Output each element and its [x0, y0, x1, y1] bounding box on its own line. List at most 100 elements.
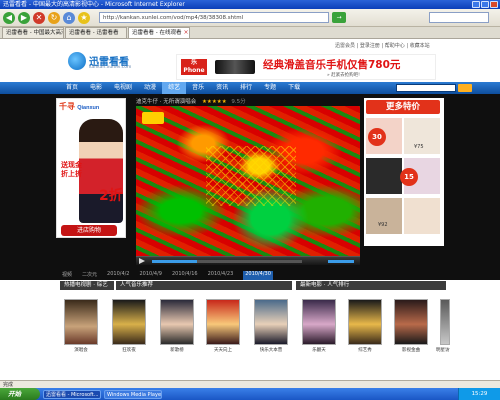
poster-caption[interactable]: 综艺秀 — [348, 347, 382, 353]
window-controls — [472, 1, 498, 8]
poster-caption[interactable]: 演唱会 — [64, 347, 98, 353]
site-search-input[interactable] — [396, 84, 456, 92]
ad-banner[interactable]: 乐Phone 经典滑盖音乐手机仅售780元 » 赶紧去抢购吧! — [176, 54, 436, 80]
browser-tabbar: 迅雷看看 - 中国最大高清... 迅雷看看 - 迅雷看看 迅雷看看 - 在线观看… — [0, 27, 500, 39]
close-tab-icon[interactable]: × — [183, 28, 188, 38]
system-clock: 15:29 — [458, 388, 500, 400]
ad-brand-logo: 千寻 Qianxun — [59, 101, 99, 112]
browser-tab[interactable]: 迅雷看看 - 中国最大高清... — [2, 27, 64, 38]
nav-item[interactable]: 排行 — [234, 82, 258, 94]
poster[interactable] — [112, 299, 146, 345]
product-image[interactable] — [404, 198, 440, 234]
content-tab[interactable]: 2010/4/2 — [107, 271, 129, 280]
nav-item[interactable]: 音乐 — [186, 82, 210, 94]
product-image[interactable] — [366, 158, 402, 194]
status-bar: 完成 — [0, 380, 500, 388]
poster-caption[interactable]: 狂欢夜 — [112, 347, 146, 353]
model-image — [79, 119, 123, 223]
poster-caption[interactable]: 天天向上 — [206, 347, 240, 353]
video-title: 迪克牛仔 · 无所谓演唱会 — [136, 99, 197, 105]
content-tab-active[interactable]: 2010/4/30 — [243, 271, 273, 280]
back-arrow-icon[interactable]: ◀ — [3, 11, 15, 24]
content-tab[interactable]: 2010/4/23 — [208, 271, 234, 280]
phone-image — [215, 60, 255, 74]
ad-brand-text: 千寻 — [59, 102, 75, 111]
go-button[interactable]: → — [332, 12, 346, 23]
close-button[interactable] — [490, 1, 498, 8]
browser-tab[interactable]: 迅雷看看 - 迅雷看看 — [65, 27, 127, 38]
ad-brand-domain: Qianxun — [77, 105, 100, 111]
list-header: 人气音乐推荐 — [116, 281, 292, 290]
start-button[interactable]: 开始 — [0, 388, 40, 400]
content-tab[interactable]: 二次元 — [82, 271, 97, 280]
volume-slider[interactable] — [328, 260, 354, 263]
nav-item[interactable]: 资讯 — [210, 82, 234, 94]
home-icon[interactable]: ⌂ — [63, 11, 75, 24]
ad-hint: » 赶紧去抢购吧! — [327, 73, 360, 78]
main-nav: 首页 电影 电视剧 动漫 综艺 音乐 资讯 排行 专题 下载 — [0, 82, 500, 94]
window-titlebar: 迅雷看看 - 中国最大的高清影视中心 - Microsoft Internet … — [0, 0, 500, 9]
stop-icon[interactable]: ✕ — [33, 11, 45, 24]
right-ad[interactable]: 更多特价 30 ¥75 15 ¥92 — [364, 98, 444, 246]
poster[interactable] — [348, 299, 382, 345]
ad-promo-big: 2折 — [99, 188, 123, 204]
tab-label: 迅雷看看 - 迅雷看看 — [69, 30, 119, 36]
content-tab[interactable]: 视频 — [62, 271, 72, 280]
stage-decoration — [206, 146, 296, 206]
web-page: 迅雷看看 kankan.xunlei.com 迅雷会员 | 登录注册 | 帮助中… — [0, 40, 500, 381]
poster[interactable] — [254, 299, 288, 345]
right-ad-header[interactable]: 更多特价 — [366, 100, 440, 114]
player-title-row: 迪克牛仔 · 无所谓演唱会 ★★★★★ 9.5分 — [136, 97, 366, 106]
nav-item[interactable]: 电视剧 — [108, 82, 138, 94]
nav-item-current[interactable]: 综艺 — [162, 82, 187, 94]
nav-item[interactable]: 下载 — [282, 82, 306, 94]
maximize-button[interactable] — [481, 1, 489, 8]
browser-tab-active[interactable]: 迅雷看看 - 在线观看 × — [128, 27, 190, 38]
poster-caption[interactable]: 明星访谈 — [436, 347, 450, 353]
video-screen[interactable] — [136, 106, 360, 256]
poster[interactable] — [302, 299, 336, 345]
tab-label: 迅雷看看 - 在线观看 — [132, 30, 182, 36]
seek-progress — [152, 260, 197, 263]
taskbar-button[interactable]: 迅雷看看 - Microsoft... — [43, 389, 101, 399]
site-header: 迅雷看看 kankan.xunlei.com 迅雷会员 | 登录注册 | 帮助中… — [0, 40, 500, 82]
content-tab[interactable]: 2010/4/9 — [140, 271, 162, 280]
site-logo[interactable]: 迅雷看看 kankan.xunlei.com — [68, 52, 138, 72]
forward-arrow-icon[interactable]: ▶ — [18, 11, 30, 24]
taskbar-button[interactable]: Windows Media Player — [104, 389, 162, 399]
list-area: 热播电视剧 · 综艺 人气音乐推荐 最新电影 · 人气排行 演唱会 狂欢夜 新歌… — [0, 281, 500, 381]
ad-cta-button[interactable]: 进店购物 — [61, 225, 117, 236]
nav-item[interactable]: 首页 — [60, 82, 84, 94]
favorites-star-icon[interactable]: ★ — [78, 11, 90, 24]
play-icon[interactable] — [139, 258, 145, 264]
poster[interactable] — [440, 299, 450, 345]
poster-caption[interactable]: 乐翻天 — [302, 347, 336, 353]
site-search-button[interactable] — [458, 84, 472, 92]
refresh-icon[interactable]: ↻ — [48, 11, 60, 24]
seek-bar[interactable] — [152, 260, 302, 263]
content-tab[interactable]: 2010/4/16 — [172, 271, 198, 280]
nav-item[interactable]: 电影 — [84, 82, 108, 94]
poster[interactable] — [394, 299, 428, 345]
player-controls — [136, 256, 360, 265]
poster-caption[interactable]: 新歌榜 — [160, 347, 194, 353]
poster[interactable] — [206, 299, 240, 345]
rating-stars-icon: ★★★★★ — [202, 99, 227, 105]
ad-headline: 经典滑盖音乐手机仅售780元 — [263, 59, 401, 71]
left-ad[interactable]: 千寻 Qianxun 送现金 折上折 2折 进店购物 — [56, 98, 126, 238]
product-image[interactable] — [366, 198, 402, 234]
price-badge: 15 — [400, 168, 418, 186]
top-links[interactable]: 迅雷会员 | 登录注册 | 帮助中心 | 收藏本站 — [335, 42, 430, 49]
nav-item[interactable]: 动漫 — [138, 82, 162, 94]
browser-search-input[interactable] — [429, 12, 489, 23]
minimize-button[interactable] — [472, 1, 480, 8]
nav-item[interactable]: 专题 — [258, 82, 282, 94]
poster[interactable] — [160, 299, 194, 345]
poster-caption[interactable]: 影视金曲 — [394, 347, 428, 353]
poster[interactable] — [64, 299, 98, 345]
poster-caption[interactable]: 快乐大本营 — [254, 347, 288, 353]
small-price: ¥92 — [378, 222, 388, 228]
address-bar[interactable]: http://kankan.xunlei.com/vod/mp4/38/3830… — [99, 12, 329, 23]
ad-promo: 送现金 折上折 — [61, 161, 82, 179]
promo-line: 折上折 — [61, 170, 82, 178]
